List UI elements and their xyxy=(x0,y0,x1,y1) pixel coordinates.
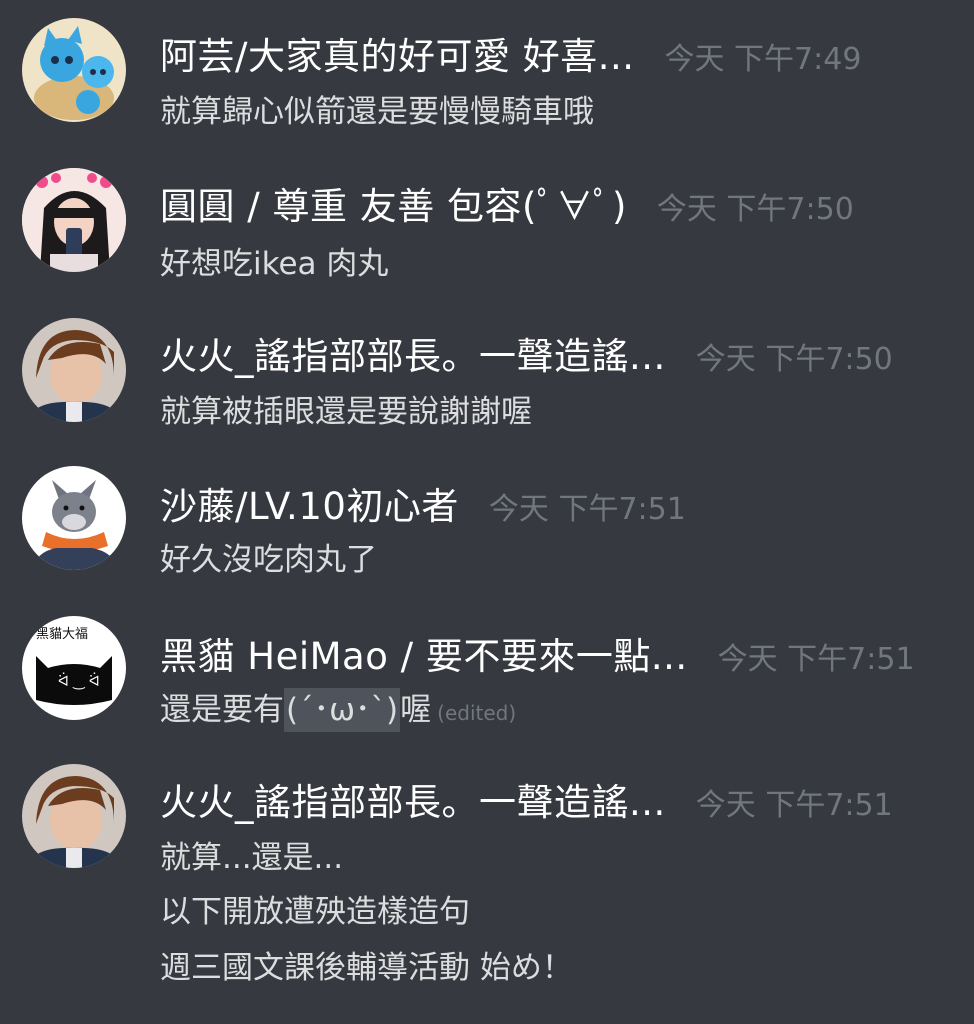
black-cat-avatar-icon[interactable]: 黑貓大福 ᐛ ‿ ᐛ xyxy=(22,616,126,720)
message-text: 週三國文課後輔導活動 始め！ xyxy=(160,950,573,986)
timestamp: 今天 下午7:50 xyxy=(695,342,893,377)
username[interactable]: 火火_謠指部部長。一聲造謠... xyxy=(160,772,666,826)
message-text: 就算被插眼還是要說謝謝喔 xyxy=(160,394,532,430)
timestamp: 今天 下午7:51 xyxy=(488,492,686,527)
username[interactable]: 火火_謠指部部長。一聲造謠... xyxy=(160,326,666,380)
edited-label: (edited) xyxy=(437,701,517,725)
username[interactable]: 圓圓 / 尊重 友善 包容(ﾟ∀ﾟ) xyxy=(160,176,627,230)
username[interactable]: 阿芸/大家真的好可愛 好喜... xyxy=(160,26,635,80)
person-photo-avatar-icon[interactable] xyxy=(22,318,126,422)
timestamp: 今天 下午7:49 xyxy=(664,42,862,77)
timestamp: 今天 下午7:51 xyxy=(695,788,893,823)
message-text: 以下開放遭殃造樣造句 xyxy=(160,894,470,930)
message-text: 好想吃ikea 肉丸 xyxy=(160,246,389,282)
message-text: 還是要有(´･ω･`)喔 (edited) xyxy=(160,684,517,732)
chat-message-list: 阿芸/大家真的好可愛 好喜... 今天 下午7:49 就算歸心似箭還是要慢慢騎車… xyxy=(0,0,974,1024)
username[interactable]: 黑貓 HeiMao / 要不要來一點... xyxy=(160,626,688,680)
username[interactable]: 沙藤/LV.10初心者 xyxy=(160,476,459,530)
inline-code-emote: (´･ω･`) xyxy=(284,688,401,732)
girl-selfie-avatar-icon[interactable] xyxy=(22,168,126,272)
person-photo-avatar-icon[interactable] xyxy=(22,764,126,868)
timestamp: 今天 下午7:51 xyxy=(717,642,915,677)
message-text-suffix: 喔 xyxy=(400,692,432,728)
message-text: 好久沒吃肉丸了 xyxy=(160,542,377,578)
wolf-scarf-avatar-icon[interactable] xyxy=(22,466,126,570)
blue-cat-plush-avatar-icon[interactable] xyxy=(22,18,126,122)
message-text: 就算歸心似箭還是要慢慢騎車哦 xyxy=(160,94,594,130)
message-text-prefix: 還是要有 xyxy=(160,692,284,728)
timestamp: 今天 下午7:50 xyxy=(656,192,854,227)
avatar-caption: 黑貓大福 xyxy=(36,627,88,642)
svg-text:ᐛ ‿ ᐛ: ᐛ ‿ ᐛ xyxy=(58,673,100,690)
message-text: 就算...還是... xyxy=(160,840,344,876)
